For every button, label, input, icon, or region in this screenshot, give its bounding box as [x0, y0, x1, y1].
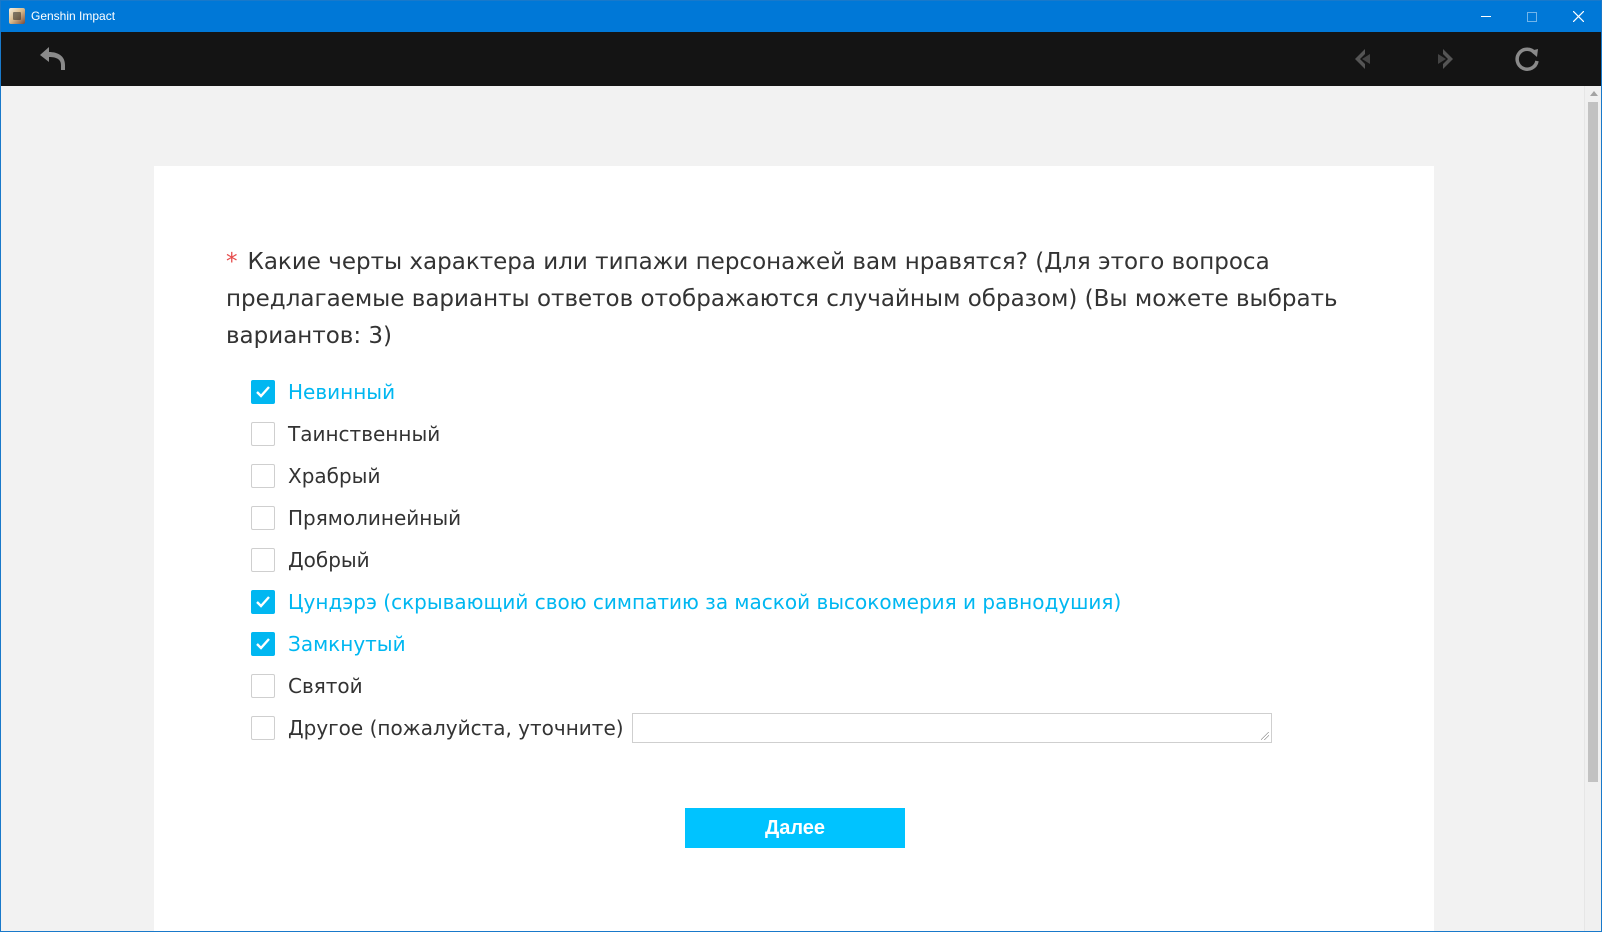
- option-kind[interactable]: Добрый: [251, 539, 1272, 581]
- vertical-scrollbar[interactable]: [1584, 86, 1601, 931]
- survey-card: * Какие черты характера или типажи персон…: [154, 166, 1434, 931]
- option-brave[interactable]: Храбрый: [251, 455, 1272, 497]
- option-label: Прямолинейный: [288, 506, 462, 530]
- resize-grip-icon[interactable]: [1260, 732, 1269, 740]
- browser-toolbar: [1, 32, 1601, 86]
- other-text-field[interactable]: [631, 713, 1272, 743]
- app-window: Genshin Impact * Какие черты характера и…: [0, 0, 1602, 932]
- option-checkbox[interactable]: [251, 464, 275, 488]
- navigate-next-button[interactable]: [1427, 41, 1463, 77]
- option-label: Святой: [288, 674, 363, 698]
- page-content: * Какие черты характера или типажи персон…: [1, 86, 1586, 931]
- scrollbar-thumb[interactable]: [1588, 102, 1598, 782]
- scroll-up-icon[interactable]: [1590, 91, 1598, 96]
- option-checkbox[interactable]: [251, 590, 275, 614]
- back-button[interactable]: [35, 41, 71, 77]
- next-button[interactable]: Далее: [685, 808, 905, 848]
- window-title: Genshin Impact: [31, 9, 116, 23]
- chevron-left-icon: [1355, 49, 1370, 69]
- chevron-right-icon: [1438, 49, 1453, 69]
- option-label: Цундэрэ (скрывающий свою симпатию за мас…: [288, 590, 1122, 614]
- reload-button[interactable]: [1509, 41, 1545, 77]
- option-label: Замкнутый: [288, 632, 406, 656]
- option-tsundere[interactable]: Цундэрэ (скрывающий свою симпатию за мас…: [251, 581, 1272, 623]
- option-label: Таинственный: [288, 422, 441, 446]
- minimize-button[interactable]: [1463, 1, 1509, 32]
- option-reserved[interactable]: Замкнутый: [251, 623, 1272, 665]
- option-label: Другое (пожалуйста, уточните): [288, 716, 624, 740]
- navigate-previous-button[interactable]: [1345, 41, 1381, 77]
- option-checkbox[interactable]: [251, 632, 275, 656]
- checkmark-icon: [256, 386, 270, 398]
- option-straightforward[interactable]: Прямолинейный: [251, 497, 1272, 539]
- required-marker: *: [226, 249, 238, 275]
- option-checkbox[interactable]: [251, 548, 275, 572]
- option-checkbox[interactable]: [251, 422, 275, 446]
- minimize-icon: [1481, 16, 1491, 17]
- option-checkbox[interactable]: [251, 716, 275, 740]
- maximize-button[interactable]: [1509, 1, 1555, 32]
- genshin-app-icon: [9, 8, 25, 24]
- option-mysterious[interactable]: Таинственный: [251, 413, 1272, 455]
- option-checkbox[interactable]: [251, 380, 275, 404]
- option-checkbox[interactable]: [251, 674, 275, 698]
- close-button[interactable]: [1555, 1, 1601, 32]
- question-label: Какие черты характера или типажи персона…: [226, 249, 1338, 349]
- option-other[interactable]: Другое (пожалуйста, уточните): [251, 707, 1272, 749]
- checkmark-icon: [256, 638, 270, 650]
- undo-arrow-icon: [40, 47, 65, 70]
- checkmark-icon: [256, 596, 270, 608]
- question-text: * Какие черты характера или типажи персон…: [226, 244, 1366, 355]
- options-list: Невинный Таинственный Храбрый Прямолиней…: [251, 371, 1272, 749]
- option-innocent[interactable]: Невинный: [251, 371, 1272, 413]
- maximize-icon: [1527, 11, 1537, 22]
- reload-icon: [1515, 47, 1539, 71]
- option-label: Невинный: [288, 380, 396, 404]
- option-label: Храбрый: [288, 464, 381, 488]
- option-label: Добрый: [288, 548, 370, 572]
- close-icon: [1572, 11, 1584, 22]
- option-checkbox[interactable]: [251, 506, 275, 530]
- option-saintly[interactable]: Святой: [251, 665, 1272, 707]
- title-bar: Genshin Impact: [1, 1, 1601, 32]
